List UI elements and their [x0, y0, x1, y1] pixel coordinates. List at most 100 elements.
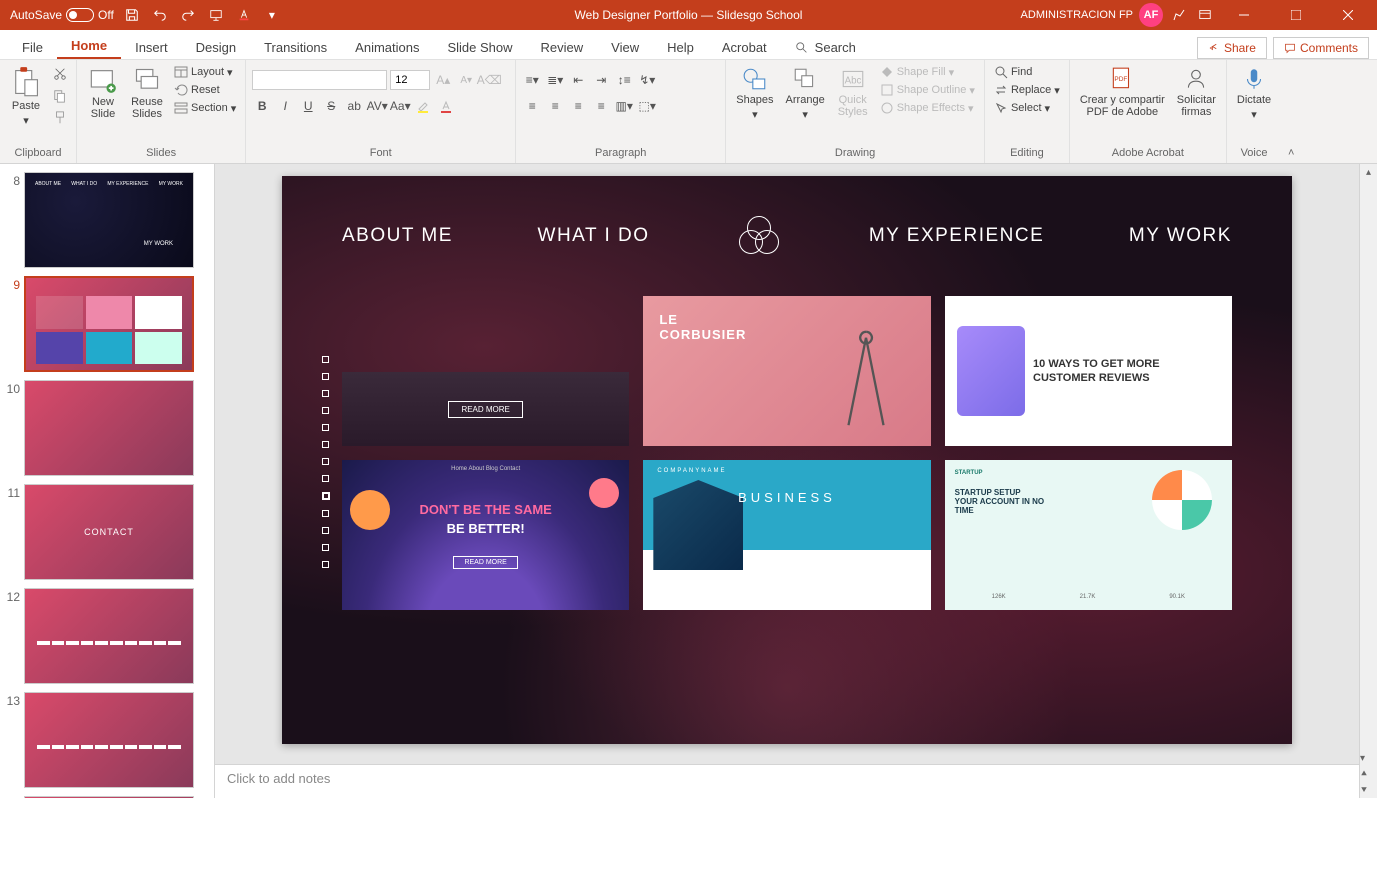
- paste-button[interactable]: Paste ▾: [6, 64, 46, 129]
- tab-home[interactable]: Home: [57, 32, 121, 59]
- share-button[interactable]: Share: [1197, 37, 1267, 59]
- underline-button[interactable]: U: [298, 96, 318, 116]
- create-pdf-button[interactable]: PDF Crear y compartir PDF de Adobe: [1076, 64, 1169, 120]
- qat-more-icon[interactable]: ▾: [262, 5, 282, 25]
- new-slide-button[interactable]: New Slide: [83, 64, 123, 122]
- line-spacing-button[interactable]: ↕≡: [614, 70, 634, 90]
- tab-insert[interactable]: Insert: [121, 34, 182, 59]
- numbering-button[interactable]: ≣▾: [545, 70, 565, 90]
- ribbon-display-icon[interactable]: [1195, 5, 1215, 25]
- user-avatar[interactable]: AF: [1139, 3, 1163, 27]
- thumbnail-8[interactable]: 8 ABOUT MEWHAT I DOMY EXPERIENCEMY WORKM…: [0, 170, 214, 274]
- change-case-button[interactable]: Aa▾: [390, 96, 410, 116]
- tab-transitions[interactable]: Transitions: [250, 34, 341, 59]
- shape-outline-button[interactable]: Shape Outline ▾: [877, 82, 978, 98]
- slide-thumb[interactable]: ABOUT MEWHAT I DOMY EXPERIENCEMY WORKMY …: [24, 172, 194, 268]
- text-direction-button[interactable]: ↯▾: [637, 70, 657, 90]
- reset-button[interactable]: Reset: [171, 82, 239, 98]
- collapse-ribbon-button[interactable]: ˄: [1281, 60, 1301, 163]
- slide-canvas[interactable]: ABOUT ME WHAT I DO MY EXPERIENCE MY WORK…: [215, 164, 1359, 764]
- slide-thumb[interactable]: [24, 692, 194, 788]
- highlight-button[interactable]: [413, 96, 433, 116]
- thumbnail-14[interactable]: 14: [0, 794, 214, 798]
- prev-slide-icon[interactable]: ⯅: [1360, 766, 1368, 782]
- arrange-button[interactable]: Arrange▾: [782, 64, 829, 123]
- shape-effects-button[interactable]: Shape Effects ▾: [877, 100, 978, 116]
- thumbnail-pane[interactable]: 8 ABOUT MEWHAT I DOMY EXPERIENCEMY WORKM…: [0, 164, 215, 798]
- strike-button[interactable]: S: [321, 96, 341, 116]
- save-icon[interactable]: [122, 5, 142, 25]
- slide-thumb[interactable]: CONTACT: [24, 484, 194, 580]
- scroll-up-icon[interactable]: ▴: [1360, 164, 1377, 180]
- tab-animations[interactable]: Animations: [341, 34, 433, 59]
- cut-button[interactable]: [50, 64, 70, 84]
- reuse-slides-button[interactable]: Reuse Slides: [127, 64, 167, 122]
- find-button[interactable]: Find: [991, 64, 1063, 80]
- clear-format-button[interactable]: A⌫: [479, 70, 499, 90]
- minimize-button[interactable]: [1221, 0, 1267, 30]
- maximize-button[interactable]: [1273, 0, 1319, 30]
- close-button[interactable]: [1325, 0, 1371, 30]
- align-right-button[interactable]: ≡: [568, 96, 588, 116]
- copy-button[interactable]: [50, 86, 70, 106]
- select-button[interactable]: Select ▾: [991, 100, 1063, 116]
- search-box[interactable]: Search: [781, 34, 870, 59]
- font-color-qat-icon[interactable]: [234, 5, 254, 25]
- replace-button[interactable]: Replace ▾: [991, 82, 1063, 98]
- thumbnail-11[interactable]: 11 CONTACT: [0, 482, 214, 586]
- autosave-toggle[interactable]: AutoSave Off: [10, 8, 114, 22]
- decrease-indent-button[interactable]: ⇤: [568, 70, 588, 90]
- font-family-combo[interactable]: [252, 70, 387, 90]
- smartart-button[interactable]: ⬚▾: [637, 96, 657, 116]
- tab-review[interactable]: Review: [527, 34, 598, 59]
- bold-button[interactable]: B: [252, 96, 272, 116]
- tab-view[interactable]: View: [597, 34, 653, 59]
- decrease-font-button[interactable]: A▾: [456, 70, 476, 90]
- columns-button[interactable]: ▥▾: [614, 96, 634, 116]
- slide[interactable]: ABOUT ME WHAT I DO MY EXPERIENCE MY WORK…: [282, 176, 1292, 744]
- shape-fill-button[interactable]: Shape Fill ▾: [877, 64, 978, 80]
- shadow-button[interactable]: ab: [344, 96, 364, 116]
- format-painter-button[interactable]: [50, 108, 70, 128]
- font-color-button[interactable]: [436, 96, 456, 116]
- layout-button[interactable]: Layout ▾: [171, 64, 239, 80]
- scroll-down-icon[interactable]: ▾: [1360, 750, 1365, 766]
- comments-button[interactable]: Comments: [1273, 37, 1369, 59]
- styles-icon: Abc: [840, 66, 866, 92]
- thumbnail-9[interactable]: 9: [0, 274, 214, 378]
- italic-button[interactable]: I: [275, 96, 295, 116]
- tab-design[interactable]: Design: [182, 34, 250, 59]
- notes-pane[interactable]: Click to add notes: [215, 764, 1359, 798]
- redo-icon[interactable]: [178, 5, 198, 25]
- slide-thumb[interactable]: [24, 276, 194, 372]
- tab-slideshow[interactable]: Slide Show: [433, 34, 526, 59]
- char-spacing-button[interactable]: AV▾: [367, 96, 387, 116]
- tab-help[interactable]: Help: [653, 34, 708, 59]
- align-left-button[interactable]: ≡: [522, 96, 542, 116]
- thumbnail-10[interactable]: 10: [0, 378, 214, 482]
- slideshow-start-icon[interactable]: [206, 5, 226, 25]
- dictate-button[interactable]: Dictate▾: [1233, 64, 1275, 123]
- thumbnail-13[interactable]: 13: [0, 690, 214, 794]
- shapes-button[interactable]: Shapes▾: [732, 64, 777, 123]
- slide-thumb[interactable]: [24, 380, 194, 476]
- thumbnail-12[interactable]: 12: [0, 586, 214, 690]
- section-button[interactable]: Section ▾: [171, 100, 239, 116]
- tab-acrobat[interactable]: Acrobat: [708, 34, 781, 59]
- undo-icon[interactable]: [150, 5, 170, 25]
- next-slide-icon[interactable]: ⯆: [1360, 782, 1368, 798]
- quick-styles-button[interactable]: Abc Quick Styles: [833, 64, 873, 120]
- reset-icon: [174, 83, 188, 97]
- tab-file[interactable]: File: [8, 34, 57, 59]
- increase-indent-button[interactable]: ⇥: [591, 70, 611, 90]
- font-size-combo[interactable]: [390, 70, 430, 90]
- portfolio-grid: READ MORE LE CORBUSIER 10 WAYS TO GET MO…: [342, 296, 1232, 610]
- request-signatures-button[interactable]: Solicitar firmas: [1173, 64, 1220, 120]
- align-center-button[interactable]: ≡: [545, 96, 565, 116]
- slide-thumb[interactable]: [24, 588, 194, 684]
- vertical-scrollbar[interactable]: ▴ ▾ ⯅ ⯆: [1359, 164, 1377, 798]
- coming-soon-icon[interactable]: [1169, 5, 1189, 25]
- bullets-button[interactable]: ≡▾: [522, 70, 542, 90]
- increase-font-button[interactable]: A▴: [433, 70, 453, 90]
- justify-button[interactable]: ≡: [591, 96, 611, 116]
